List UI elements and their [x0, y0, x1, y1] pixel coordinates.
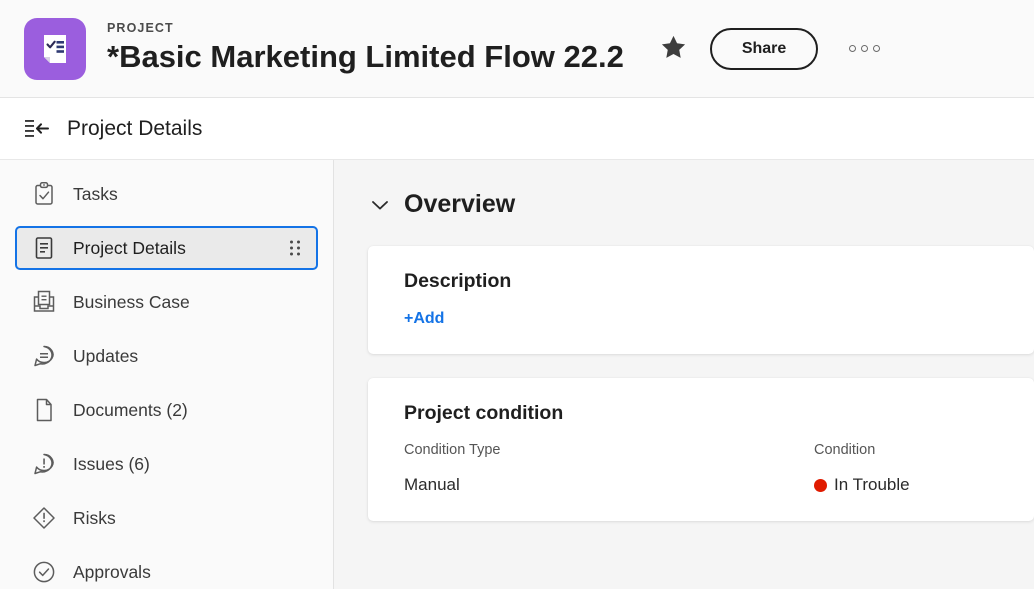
sidebar-item-risks[interactable]: Risks — [15, 496, 318, 540]
drag-handle-icon[interactable] — [290, 240, 300, 256]
sidebar-item-label: Issues (6) — [73, 453, 150, 474]
more-dot-3 — [872, 45, 880, 52]
more-options-icon[interactable] — [844, 33, 884, 65]
sidebar-item-business-case[interactable]: Business Case — [15, 280, 318, 324]
sidebar-item-documents[interactable]: Documents (2) — [15, 388, 318, 432]
star-filled-icon — [659, 33, 688, 65]
clipboard-check-icon — [29, 181, 59, 207]
comment-alert-icon — [29, 451, 59, 477]
sidebar: Tasks Project Details Business Case Upda… — [0, 160, 334, 589]
section-title: Overview — [404, 190, 516, 218]
condition-type-value: Manual — [404, 475, 460, 494]
favorite-button[interactable] — [654, 29, 694, 69]
sidebar-item-label: Business Case — [73, 291, 190, 312]
project-title-block: PROJECT *Basic Marketing Limited Flow 22… — [107, 22, 624, 74]
breadcrumb: Project Details — [67, 116, 203, 140]
description-card: Description +Add — [368, 246, 1034, 354]
comment-equals-icon — [29, 343, 59, 369]
business-case-icon — [29, 289, 59, 315]
sidebar-item-label: Project Details — [73, 237, 186, 258]
sub-header: Project Details — [0, 98, 1034, 160]
sidebar-item-tasks[interactable]: Tasks — [15, 172, 318, 216]
sidebar-item-label: Tasks — [73, 183, 118, 204]
status-dot-icon — [814, 478, 827, 492]
condition-value-row: In Trouble — [814, 475, 1004, 495]
add-description-link[interactable]: +Add — [404, 310, 444, 328]
project-condition-card: Project condition Condition Type Manual … — [368, 378, 1034, 521]
condition-column: Condition In Trouble — [814, 442, 1004, 495]
share-button[interactable]: Share — [709, 27, 819, 70]
sidebar-item-label: Updates — [73, 345, 139, 366]
circle-check-icon — [29, 559, 59, 585]
sidebar-item-issues[interactable]: Issues (6) — [15, 442, 318, 486]
card-title: Description — [404, 270, 512, 292]
main-content: Overview Description +Add Project condit… — [334, 160, 1034, 589]
status-badge: In Trouble — [834, 475, 910, 494]
sidebar-item-label: Documents (2) — [73, 399, 188, 420]
more-dot-2 — [860, 45, 868, 52]
body: Tasks Project Details Business Case Upda… — [0, 160, 1034, 589]
page-icon — [29, 397, 59, 423]
sidebar-item-project-details[interactable]: Project Details — [15, 226, 318, 270]
column-header: Condition Type — [404, 442, 501, 458]
page-eyebrow: PROJECT — [107, 21, 174, 36]
condition-type-column: Condition Type Manual — [404, 442, 814, 495]
project-document-checklist-icon — [24, 17, 86, 80]
card-title: Project condition — [404, 402, 564, 424]
sidebar-item-label: Risks — [73, 507, 116, 528]
app-header: PROJECT *Basic Marketing Limited Flow 22… — [0, 0, 1034, 98]
sidebar-item-updates[interactable]: Updates — [15, 334, 318, 378]
condition-table: Condition Type Manual Condition In Troub… — [404, 442, 1004, 495]
diamond-alert-icon — [29, 505, 59, 531]
document-lines-icon — [29, 235, 59, 261]
chevron-down-icon — [368, 199, 392, 211]
header-actions: Share — [654, 27, 884, 70]
overview-section-toggle[interactable]: Overview — [368, 190, 548, 219]
sidebar-item-approvals[interactable]: Approvals — [15, 550, 318, 589]
column-header: Condition — [814, 442, 876, 458]
sidebar-item-label: Approvals — [73, 561, 151, 582]
collapse-panel-left-icon[interactable] — [20, 112, 54, 146]
page-title: *Basic Marketing Limited Flow 22.2 — [107, 39, 624, 75]
more-dot-1 — [848, 45, 856, 52]
